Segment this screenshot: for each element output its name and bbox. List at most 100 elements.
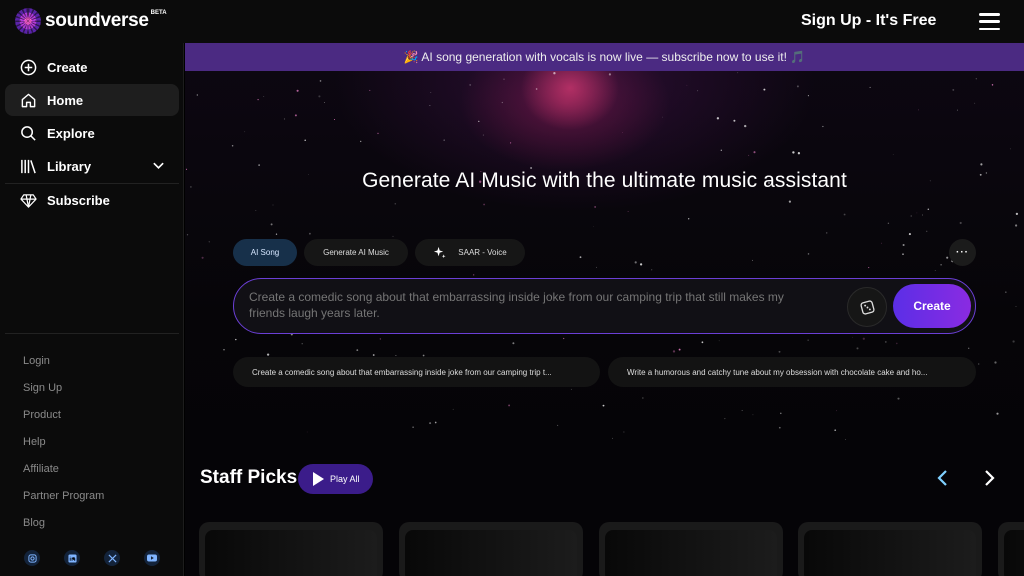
- star: [570, 388, 572, 390]
- star: [372, 354, 375, 356]
- star: [968, 347, 970, 349]
- login-link[interactable]: Login: [23, 355, 50, 367]
- star: [991, 84, 994, 86]
- announcement-banner[interactable]: 🎉 AI song generation with vocals is now …: [185, 43, 1024, 71]
- prompt-box: Create: [233, 278, 976, 334]
- star: [862, 337, 865, 340]
- more-options-icon[interactable]: ···: [949, 239, 976, 266]
- star: [836, 410, 837, 412]
- star: [593, 226, 594, 227]
- sidebar-item-home[interactable]: Home: [5, 84, 179, 116]
- star: [662, 116, 663, 118]
- star: [688, 218, 690, 220]
- star: [301, 343, 303, 345]
- menu-icon[interactable]: [979, 13, 1000, 30]
- star: [443, 139, 445, 141]
- star: [503, 78, 505, 80]
- star: [429, 104, 431, 106]
- sidebar-item-label: Library: [47, 158, 92, 174]
- star: [255, 210, 257, 211]
- instagram-icon[interactable]: [24, 550, 40, 566]
- star: [753, 151, 756, 154]
- star: [994, 361, 997, 364]
- star: [266, 353, 270, 356]
- star: [868, 267, 870, 269]
- sidebar-item-label: Create: [47, 59, 88, 75]
- library-icon: [19, 157, 37, 175]
- star: [257, 98, 259, 101]
- sidebar-item-create[interactable]: Create: [5, 51, 179, 83]
- track-card[interactable]: [599, 522, 783, 576]
- star: [737, 72, 739, 74]
- main-content: 🎉 AI song generation with vocals is now …: [185, 43, 1024, 576]
- star: [822, 125, 824, 128]
- prev-arrow-icon[interactable]: [936, 469, 950, 492]
- x-icon[interactable]: [104, 550, 120, 566]
- star: [792, 151, 795, 154]
- star: [634, 261, 637, 264]
- star: [223, 348, 225, 351]
- product-link[interactable]: Product: [23, 409, 61, 421]
- youtube-icon[interactable]: [144, 550, 160, 566]
- partner-program-link[interactable]: Partner Program: [23, 490, 104, 502]
- star: [807, 339, 809, 341]
- star: [780, 412, 782, 415]
- track-card[interactable]: [399, 522, 583, 576]
- tab-generate-ai-music[interactable]: Generate AI Music: [304, 239, 408, 266]
- star: [1015, 224, 1018, 227]
- affiliate-link[interactable]: Affiliate: [23, 463, 59, 475]
- star: [469, 83, 472, 86]
- sidebar-item-subscribe[interactable]: Subscribe: [5, 184, 179, 216]
- star: [508, 404, 511, 407]
- tab-label: AI Song: [250, 248, 280, 257]
- star: [627, 211, 629, 213]
- sidebar-item-library[interactable]: Library: [5, 150, 179, 182]
- star: [916, 212, 918, 214]
- sidebar-item-explore[interactable]: Explore: [5, 117, 179, 149]
- star: [452, 408, 454, 410]
- star: [910, 215, 912, 217]
- tab-saar-voice[interactable]: SAAR - Voice: [415, 239, 525, 266]
- dice-icon[interactable]: [847, 287, 887, 327]
- star: [309, 232, 311, 235]
- track-card[interactable]: [199, 522, 383, 576]
- star: [927, 208, 930, 211]
- logo-text: soundverse: [45, 10, 149, 31]
- star: [294, 114, 297, 117]
- prompt-input[interactable]: [249, 289, 809, 321]
- linkedin-icon[interactable]: [64, 550, 80, 566]
- signup-button[interactable]: Sign Up - It's Free: [801, 12, 936, 30]
- track-card[interactable]: [998, 522, 1024, 576]
- star: [797, 152, 801, 155]
- star: [748, 154, 750, 156]
- suggestion-chip[interactable]: Create a comedic song about that embarra…: [233, 357, 600, 387]
- star: [473, 274, 475, 276]
- star: [235, 338, 237, 341]
- star: [483, 203, 485, 206]
- star: [501, 101, 503, 104]
- star: [724, 418, 726, 420]
- next-arrow-icon[interactable]: [982, 469, 996, 492]
- star: [1015, 306, 1017, 307]
- signup-link[interactable]: Sign Up: [23, 382, 62, 394]
- star: [392, 235, 394, 237]
- suggestion-chip[interactable]: Write a humorous and catchy tune about m…: [608, 357, 976, 387]
- help-link[interactable]: Help: [23, 436, 46, 448]
- track-card[interactable]: [798, 522, 982, 576]
- play-all-button[interactable]: Play All: [298, 464, 373, 494]
- star: [980, 163, 983, 166]
- star: [272, 204, 274, 206]
- star: [975, 78, 977, 80]
- chevron-down-icon[interactable]: [152, 159, 165, 175]
- blog-link[interactable]: Blog: [23, 517, 45, 529]
- star: [897, 397, 900, 400]
- star: [196, 94, 198, 96]
- create-button[interactable]: Create: [893, 284, 971, 328]
- logo[interactable]: soundverse BETA: [15, 8, 167, 34]
- star: [377, 132, 379, 135]
- home-icon: [19, 91, 37, 109]
- star: [319, 80, 322, 82]
- star: [579, 256, 582, 259]
- star: [934, 270, 936, 271]
- tab-ai-song[interactable]: AI Song: [233, 239, 297, 266]
